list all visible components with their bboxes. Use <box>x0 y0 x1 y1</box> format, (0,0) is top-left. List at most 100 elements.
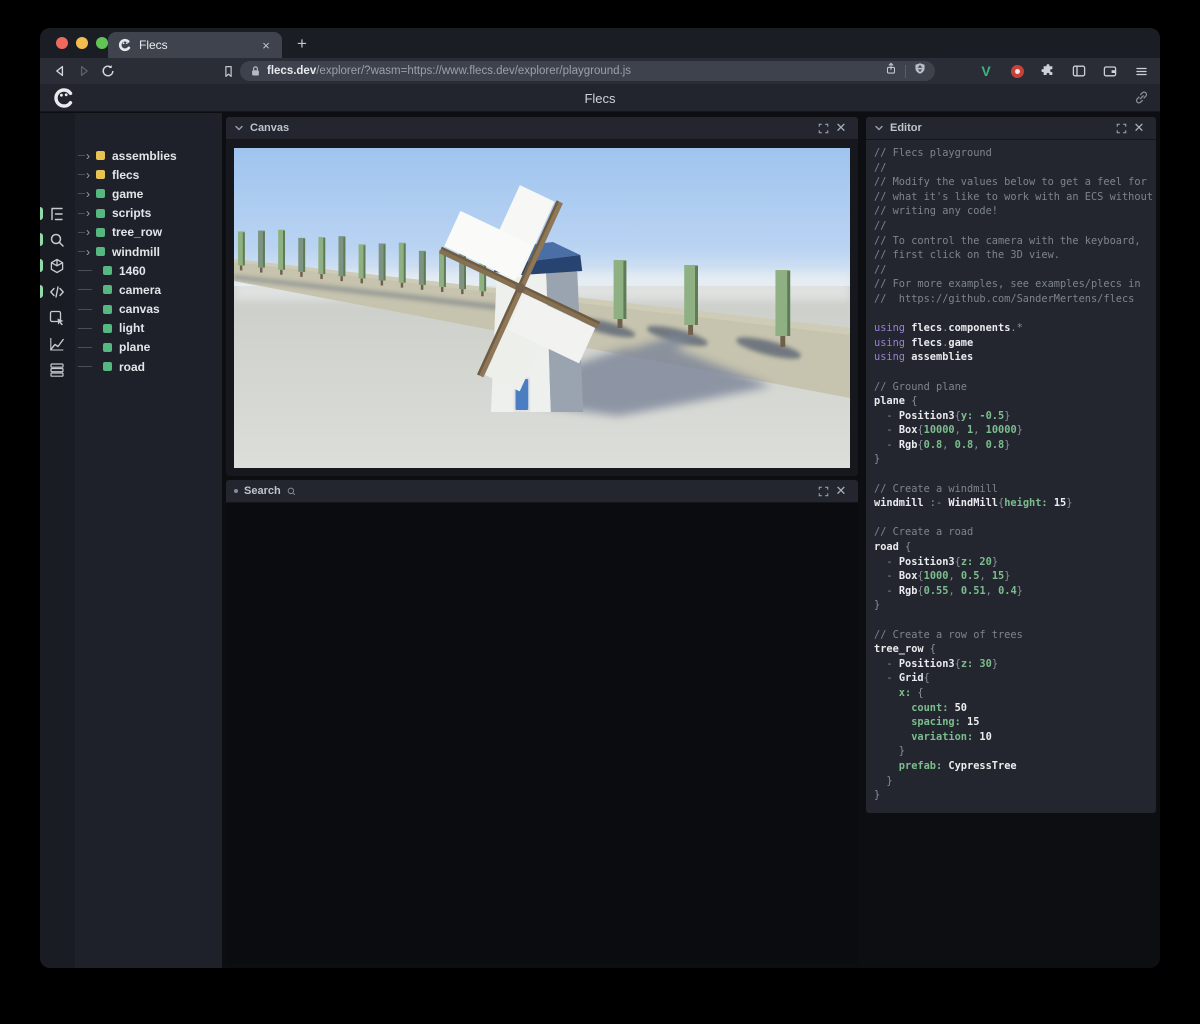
entity-label: windmill <box>112 244 160 259</box>
canvas-fullscreen-button[interactable] <box>814 119 832 137</box>
close-window-button[interactable] <box>56 37 68 49</box>
entity-color-swatch <box>103 304 112 314</box>
collapse-chevron-icon[interactable] <box>874 123 884 133</box>
chevron-right-icon[interactable]: › <box>86 188 93 200</box>
entity-label: canvas <box>119 302 160 317</box>
lock-icon <box>252 66 259 76</box>
v-extension-icon: V <box>981 63 991 79</box>
tree-item[interactable]: › assemblies <box>75 146 222 165</box>
collapse-chevron-icon[interactable] <box>234 123 244 133</box>
tree-connector <box>78 193 85 195</box>
tree-connector <box>78 346 92 348</box>
activity-queries-button[interactable] <box>40 357 75 383</box>
activity-code-button[interactable] <box>40 279 75 305</box>
tab-close-button[interactable]: × <box>258 38 274 53</box>
editor-close-button[interactable]: ✕ <box>1130 119 1148 137</box>
editor-fullscreen-button[interactable] <box>1112 119 1130 137</box>
share-button[interactable] <box>884 61 898 81</box>
tree-item[interactable]: › road <box>75 357 222 376</box>
code-line: - Position3{z: 20} <box>874 555 999 568</box>
chevron-right-icon[interactable]: › <box>86 246 93 258</box>
editor-panel-title: Editor <box>890 122 922 134</box>
code-line: // writing any code! <box>874 205 998 218</box>
sidebar-toggle-button[interactable] <box>1068 60 1090 82</box>
activity-stats-button[interactable] <box>40 331 75 357</box>
wallet-button[interactable] <box>1099 60 1121 82</box>
reload-button[interactable] <box>96 60 120 82</box>
new-tab-button[interactable]: + <box>290 32 314 56</box>
code-line: variation: 10 <box>874 730 992 743</box>
minimize-window-button[interactable] <box>76 37 88 49</box>
tree-item[interactable]: › tree_row <box>75 223 222 242</box>
search-panel-header[interactable]: Search ✕ <box>226 480 858 503</box>
collapsed-dot-icon[interactable] <box>234 489 238 493</box>
page-title: Flecs <box>584 91 616 106</box>
activity-inspector-button[interactable] <box>40 305 75 331</box>
url-bar[interactable]: flecs.dev /explorer/?wasm=https://www.fl… <box>240 61 935 81</box>
code-line: } <box>874 599 881 612</box>
extensions-button[interactable] <box>1037 60 1059 82</box>
canvas-panel-header[interactable]: Canvas ✕ <box>226 117 858 140</box>
tree-item[interactable]: › light <box>75 319 222 338</box>
back-button[interactable] <box>48 60 72 82</box>
tree-connector <box>78 366 92 368</box>
entity-color-swatch <box>96 208 105 218</box>
editor-code[interactable]: // Flecs playground // // Modify the value… <box>866 141 1156 813</box>
tree-item[interactable]: › 1460 <box>75 261 222 280</box>
3d-viewport[interactable] <box>234 148 850 468</box>
code-line: road { <box>874 541 912 554</box>
tree-item[interactable]: › scripts <box>75 204 222 223</box>
bookmark-button[interactable] <box>216 60 240 82</box>
shield-icon <box>915 63 925 74</box>
brave-shields-button[interactable] <box>913 61 927 81</box>
chevron-right-icon[interactable]: › <box>86 226 93 238</box>
browser-tab[interactable]: Flecs × <box>108 32 282 58</box>
code-icon <box>50 286 64 298</box>
chevron-right-icon[interactable]: › <box>86 150 93 162</box>
adblock-extension-button[interactable] <box>1006 60 1028 82</box>
entity-label: 1460 <box>119 263 146 278</box>
code-line: - Position3{z: 30} <box>874 657 999 670</box>
chevron-right-icon[interactable]: › <box>86 169 93 181</box>
entity-color-swatch <box>96 189 105 199</box>
tree-item[interactable]: › game <box>75 184 222 203</box>
code-line: // what it's like to work with an ECS wi… <box>874 190 1153 203</box>
code-line: - Rgb{0.55, 0.51, 0.4} <box>874 584 1023 597</box>
activity-search-button[interactable] <box>40 227 75 253</box>
activity-entities-button[interactable] <box>40 253 75 279</box>
code-line: tree_row { <box>874 643 936 656</box>
puzzle-icon <box>1041 64 1053 75</box>
share-link-button[interactable] <box>1133 89 1150 111</box>
code-line: } <box>874 774 893 787</box>
tree-item[interactable]: › camera <box>75 280 222 299</box>
vue-devtools-extension-button[interactable]: V <box>975 60 997 82</box>
canvas-panel: Canvas ✕ <box>226 117 858 476</box>
stacked-rows-icon <box>50 363 64 377</box>
entity-label: road <box>119 359 146 374</box>
chevron-right-icon[interactable]: › <box>86 207 93 219</box>
workspace: › assemblies › flecs › game › scripts › … <box>40 113 1160 968</box>
code-line: // To control the camera with the keyboa… <box>874 234 1141 247</box>
tree-item[interactable]: › plane <box>75 338 222 357</box>
menu-button[interactable] <box>1130 60 1152 82</box>
code-line: // https://github.com/SanderMertens/flec… <box>874 292 1135 305</box>
entity-tree-list: › assemblies › flecs › game › scripts › … <box>75 146 222 376</box>
zoom-window-button[interactable] <box>96 37 108 49</box>
editor-panel-header[interactable]: Editor ✕ <box>866 117 1156 140</box>
tree-connector <box>78 212 85 214</box>
search-close-button[interactable]: ✕ <box>832 482 850 500</box>
back-icon <box>56 65 64 77</box>
code-line: plane { <box>874 395 918 408</box>
tree-item[interactable]: › canvas <box>75 300 222 319</box>
search-fullscreen-button[interactable] <box>814 482 832 500</box>
forward-button[interactable] <box>72 60 96 82</box>
tree-item[interactable]: › windmill <box>75 242 222 261</box>
code-line: count: 50 <box>874 701 967 714</box>
canvas-close-button[interactable]: ✕ <box>832 119 850 137</box>
search-panel-body[interactable] <box>226 504 858 964</box>
tree-item[interactable]: › flecs <box>75 165 222 184</box>
code-line: // Create a windmill <box>874 482 998 495</box>
activity-entity-tree-button[interactable] <box>40 201 75 227</box>
code-line: // Ground plane <box>874 380 967 393</box>
tree-connector <box>78 251 85 253</box>
